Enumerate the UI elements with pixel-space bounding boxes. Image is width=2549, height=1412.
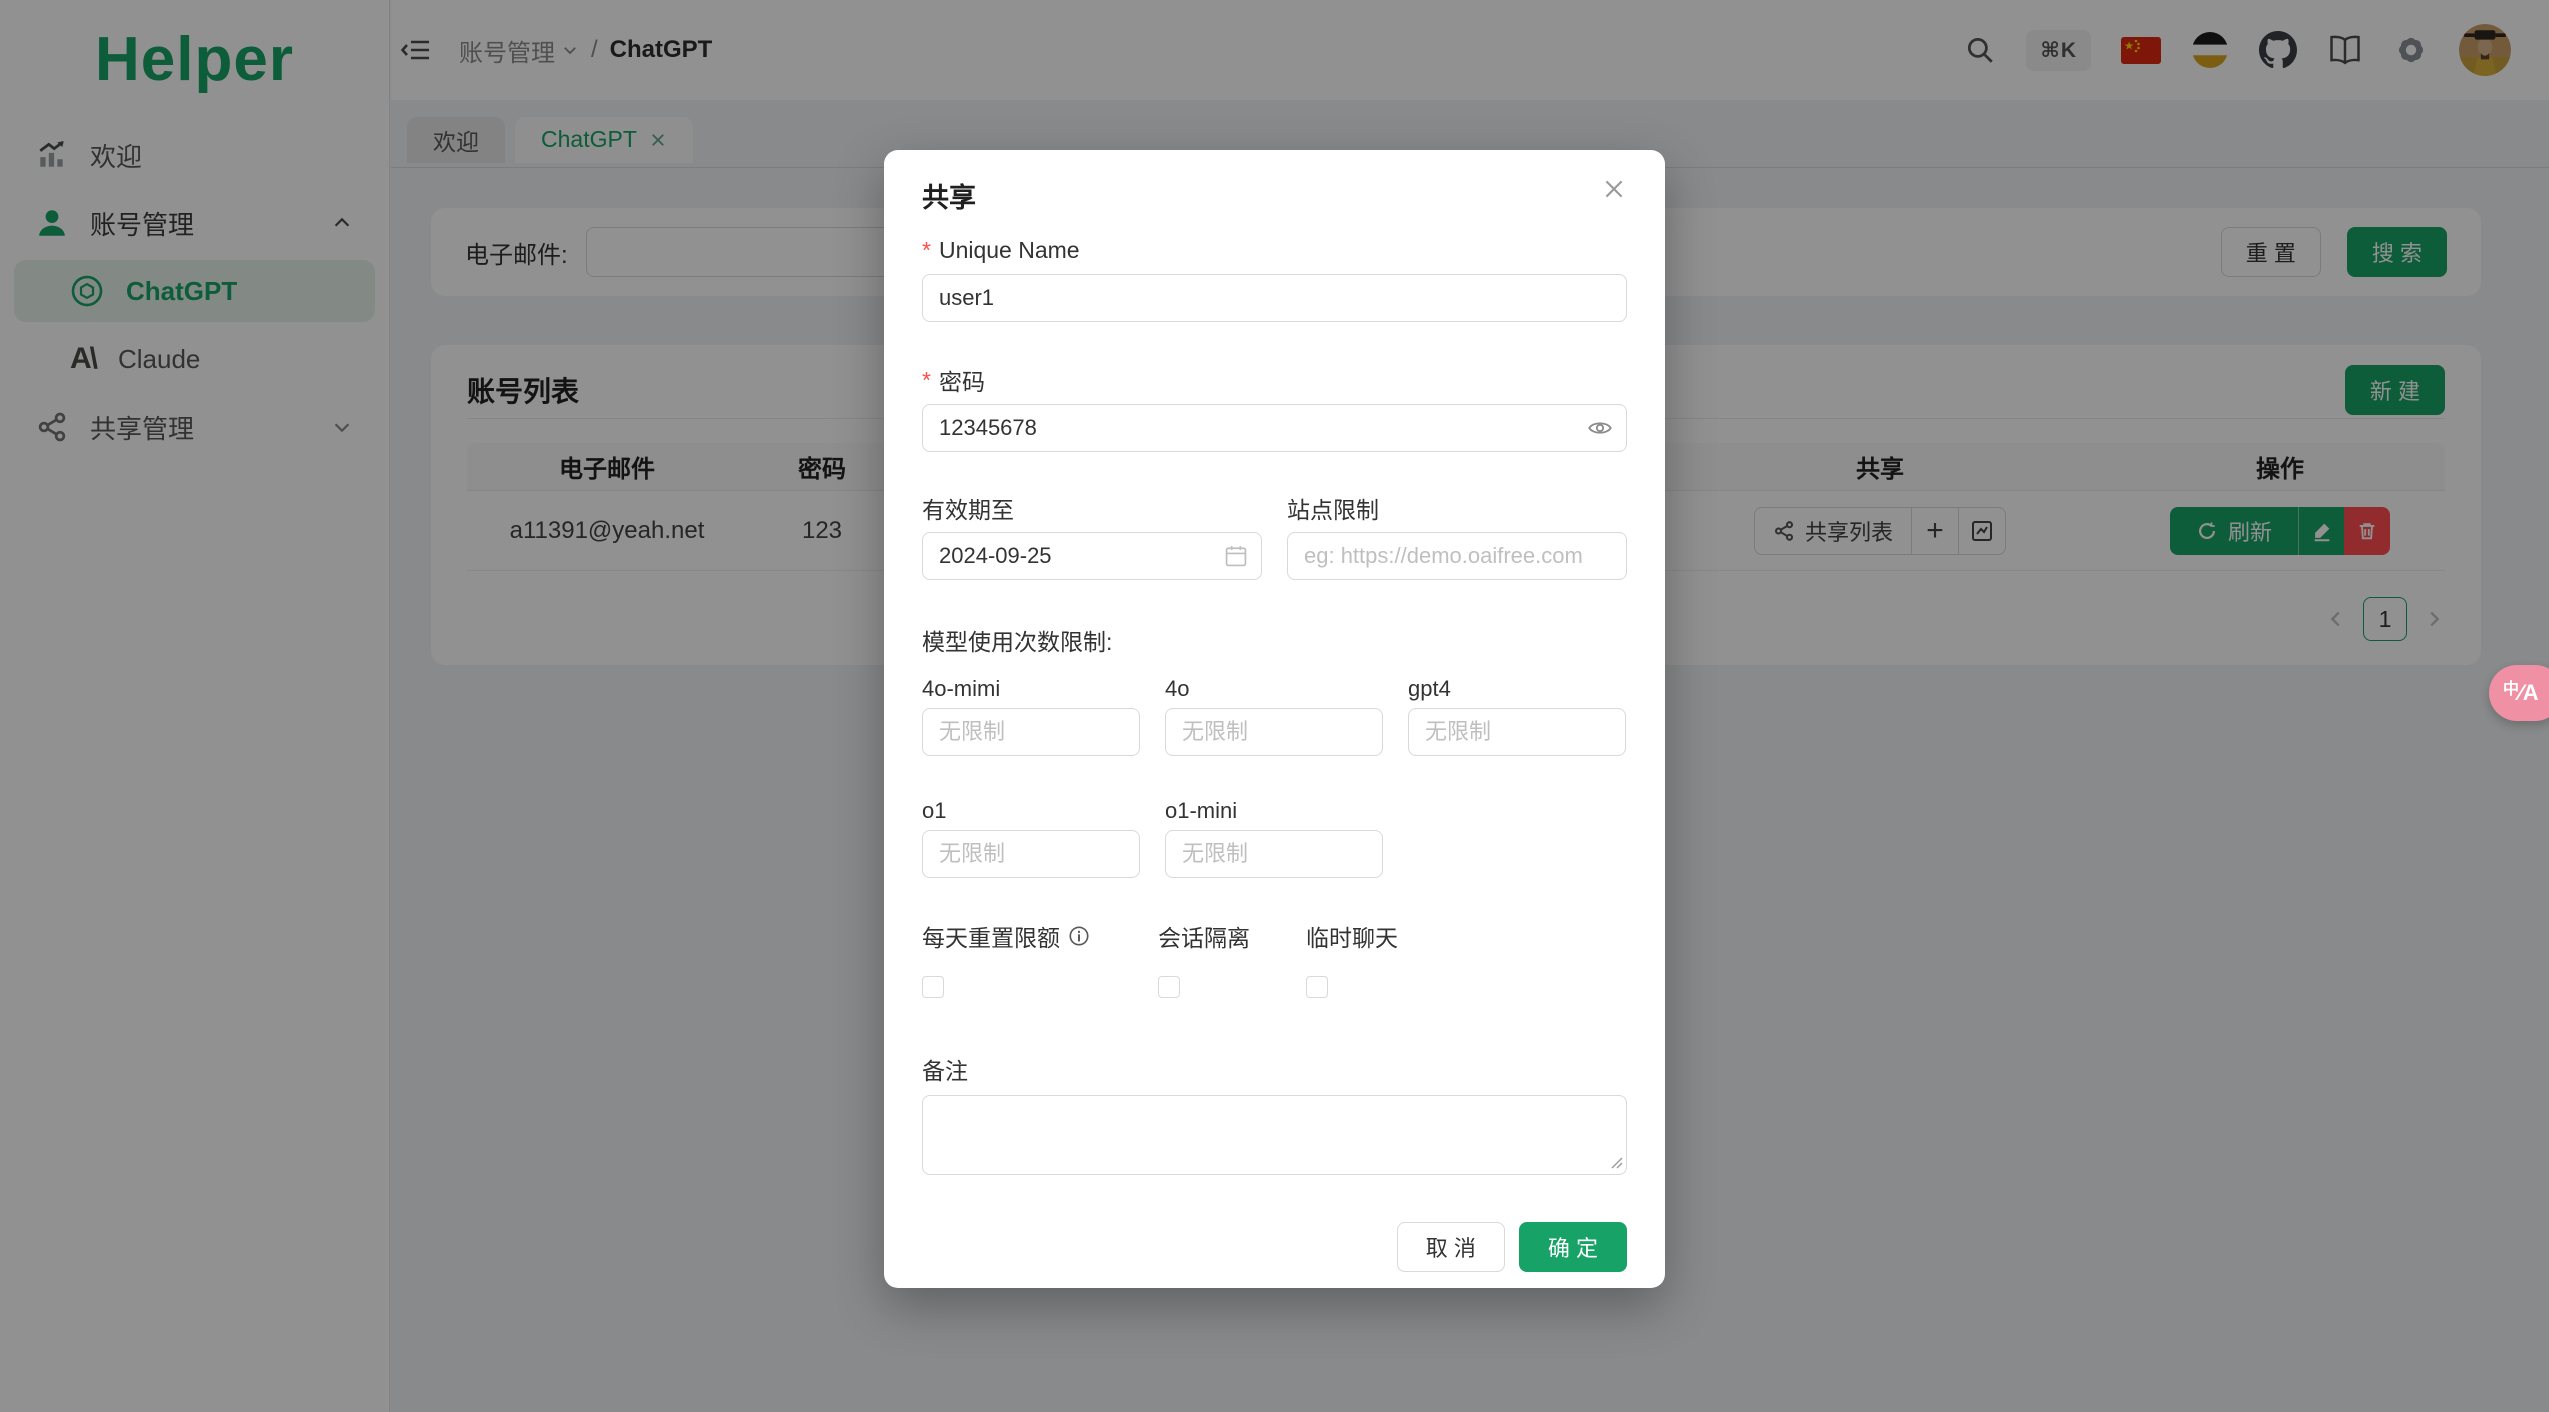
share-modal: 共享 * Unique Name * 密码 有效期至 [884, 150, 1665, 1288]
model-label: gpt4 [1408, 676, 1451, 701]
model-limit-input-o1[interactable] [922, 830, 1140, 878]
model-limit-input-o1-mini[interactable] [1165, 830, 1383, 878]
temp-chat-checkbox[interactable] [1306, 976, 1328, 998]
expiry-label: 有效期至 [922, 497, 1014, 523]
model-label: 4o [1165, 676, 1190, 701]
unique-name-input[interactable] [922, 274, 1627, 322]
translate-icon: 中⁄A [2503, 680, 2539, 705]
model-limits-title: 模型使用次数限制: [922, 629, 1113, 655]
model-field-o1: o1 [922, 798, 1140, 878]
daily-reset-field: 每天重置限额 [922, 922, 1158, 1003]
expiry-field: 有效期至 [922, 494, 1262, 580]
modal-title: 共享 [922, 183, 976, 213]
session-isolation-checkbox[interactable] [1158, 976, 1180, 998]
remark-label: 备注 [922, 1058, 968, 1084]
model-limit-input-gpt4[interactable] [1408, 708, 1626, 756]
session-isolation-field: 会话隔离 [1158, 922, 1306, 1003]
resize-handle-icon[interactable] [1611, 1156, 1623, 1174]
model-label: o1 [922, 798, 947, 823]
site-limit-input[interactable] [1287, 532, 1627, 580]
model-label: 4o-mimi [922, 676, 1001, 701]
model-field-4o: 4o [1165, 676, 1383, 756]
translate-fab[interactable]: 中⁄A [2489, 665, 2549, 721]
model-field-gpt4: gpt4 [1408, 676, 1626, 756]
model-label: o1-mini [1165, 798, 1238, 823]
modal-close-icon[interactable] [1601, 176, 1627, 202]
required-asterisk: * [922, 236, 931, 263]
eye-icon[interactable] [1587, 415, 1613, 441]
password-label: * 密码 [922, 366, 985, 396]
site-limit-label: 站点限制 [1287, 497, 1379, 523]
session-isolation-label: 会话隔离 [1158, 925, 1250, 951]
model-limit-input-4o-mimi[interactable] [922, 708, 1140, 756]
remark-textarea[interactable] [922, 1095, 1627, 1175]
cancel-button[interactable]: 取 消 [1396, 1222, 1505, 1272]
password-input[interactable] [922, 404, 1627, 452]
daily-reset-checkbox[interactable] [922, 976, 944, 998]
unique-name-label: * Unique Name [922, 236, 1080, 263]
info-icon[interactable] [1068, 925, 1090, 947]
calendar-icon[interactable] [1224, 544, 1248, 568]
required-asterisk: * [922, 366, 931, 393]
confirm-button[interactable]: 确 定 [1518, 1222, 1627, 1272]
expiry-date-input[interactable] [922, 532, 1262, 580]
model-field-o1-mini: o1-mini [1165, 798, 1383, 878]
app-root: Helper 欢迎 账号管理 ChatGPT A\ Claude 共享管理 账号… [0, 0, 2549, 1412]
temp-chat-label: 临时聊天 [1306, 925, 1398, 951]
daily-reset-label: 每天重置限额 [922, 922, 1158, 951]
model-field-4o-mimi: 4o-mimi [922, 676, 1140, 756]
site-limit-field: 站点限制 [1287, 494, 1627, 580]
model-limit-input-4o[interactable] [1165, 708, 1383, 756]
temp-chat-field: 临时聊天 [1306, 922, 1398, 1003]
